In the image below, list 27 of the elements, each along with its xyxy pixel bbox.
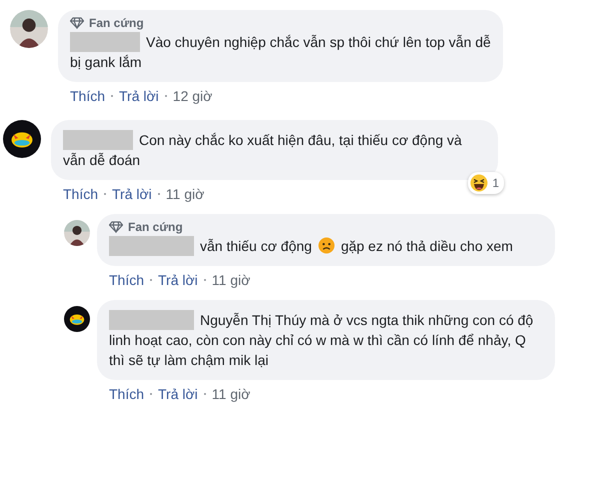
avatar[interactable] xyxy=(64,220,90,246)
comment-time: 11 giờ xyxy=(212,386,250,402)
like-link[interactable]: Thích xyxy=(109,386,144,402)
comment-text: Vào chuyên nghiệp chắc vẫn sp thôi chứ lên top vẫn dễ bị gank lắm xyxy=(70,32,491,72)
reply-link[interactable]: Trả lời xyxy=(158,386,198,402)
sad-emoji-icon xyxy=(318,237,335,254)
avatar[interactable] xyxy=(64,306,90,332)
laughing-emoji-icon[interactable] xyxy=(470,174,488,192)
reaction-count[interactable]: 1 xyxy=(468,172,504,194)
comment-time: 12 giờ xyxy=(172,88,212,104)
comment-time: 11 giờ xyxy=(212,272,250,288)
diamond-icon xyxy=(109,221,123,233)
diamond-icon xyxy=(70,17,84,29)
comment-text: vẫn thiếu cơ động gặp ez nó thả diều cho xem xyxy=(109,236,513,256)
like-link[interactable]: Thích xyxy=(70,88,106,104)
badge-label: Fan cứng xyxy=(128,220,183,234)
badge-label: Fan cứng xyxy=(89,16,144,30)
like-link[interactable]: Thích xyxy=(63,186,98,202)
like-link[interactable]: Thích xyxy=(109,272,144,288)
reply-link[interactable]: Trả lời xyxy=(112,186,152,202)
comment-text: Con này chắc ko xuất hiện đâu, tại thiếu cơ động và vẫn dễ đoán xyxy=(63,130,463,170)
reply-link[interactable]: Trả lời xyxy=(158,272,198,288)
comment-text: Nguyễn Thị Thúy mà ở vcs ngta thik những con có độ linh hoạt cao, còn con này chỉ có w mà w thì cần có lính để nhảy, Q thì sẽ tự làm chậm mik lại xyxy=(109,310,534,370)
avatar[interactable] xyxy=(10,10,48,48)
reply-link[interactable]: Trả lời xyxy=(119,88,159,104)
avatar[interactable] xyxy=(3,120,41,158)
comment-time: 11 giờ xyxy=(166,186,204,202)
